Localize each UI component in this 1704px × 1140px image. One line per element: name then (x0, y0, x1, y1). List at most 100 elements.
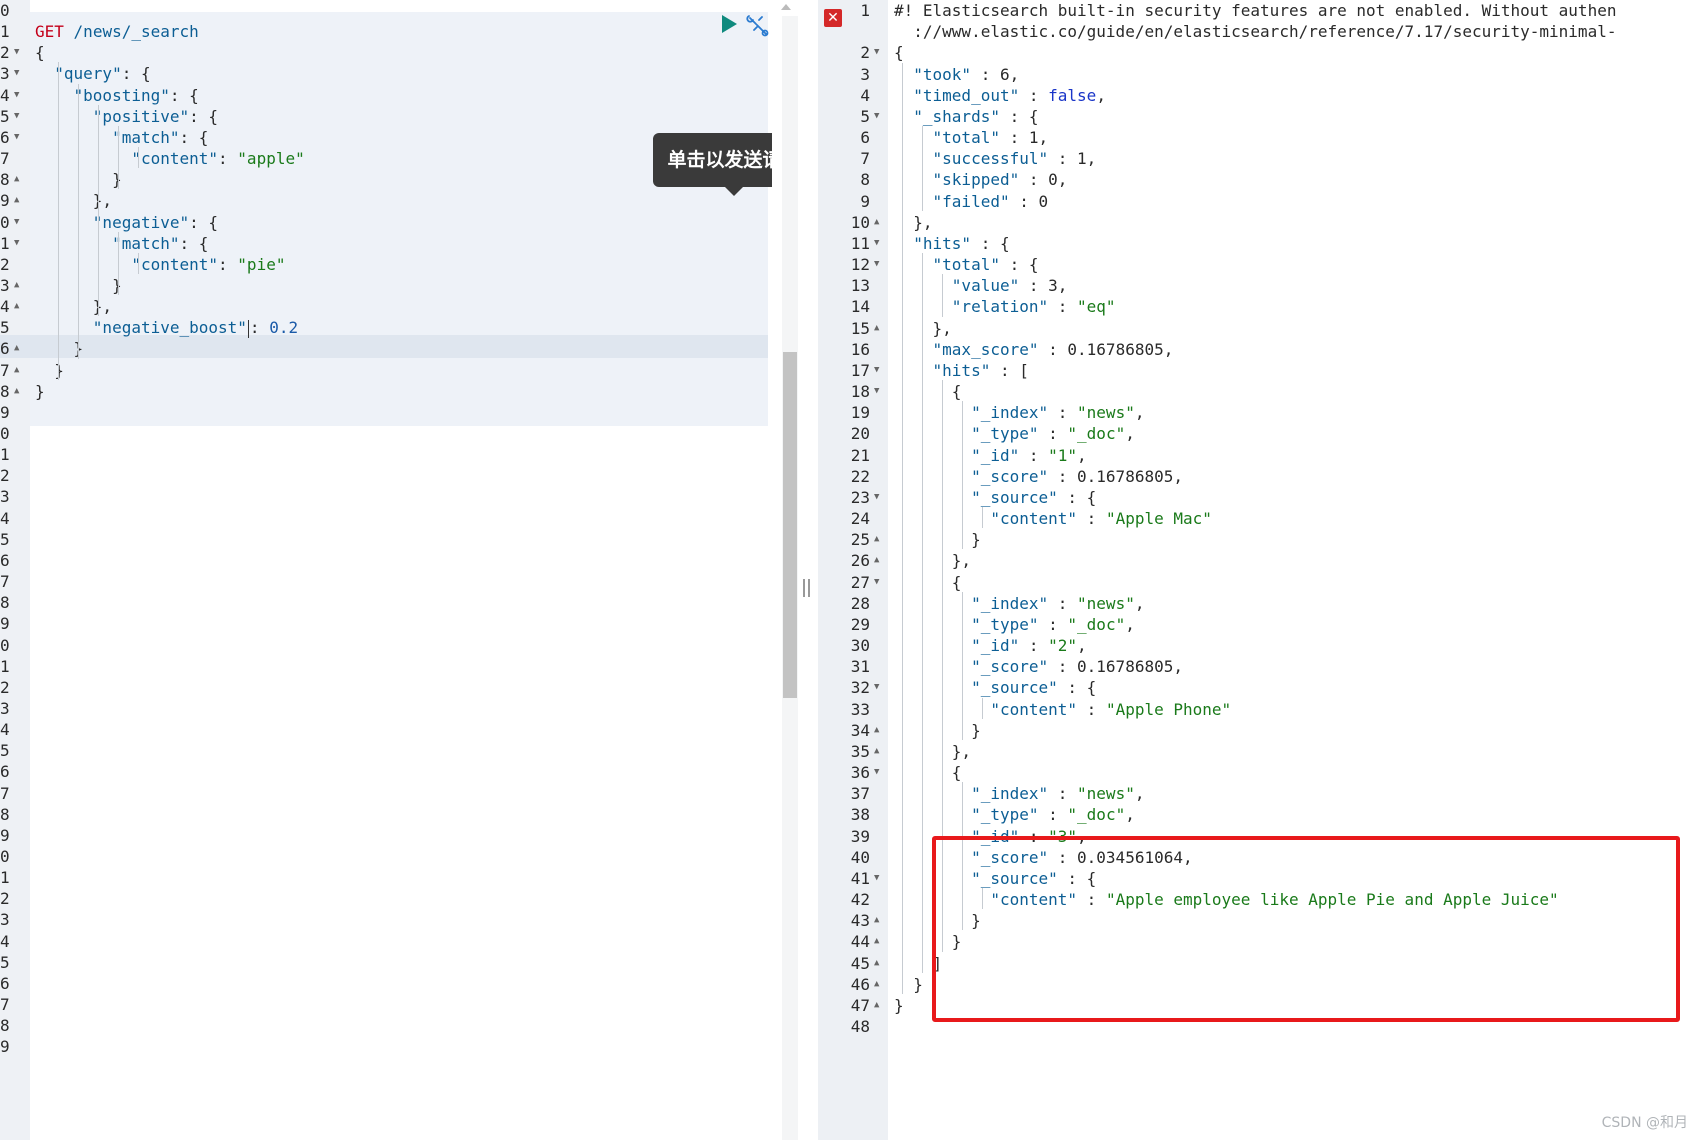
code-token: "content" (131, 149, 219, 169)
code-text: "timed_out" : false, (894, 84, 1106, 107)
code-token: : 0.16786805, (1038, 339, 1174, 359)
line-number: 26 (850, 551, 870, 571)
code-token: : (1038, 614, 1068, 634)
code-token: "relation" (951, 297, 1049, 317)
indent-guide (942, 274, 943, 317)
fold-end-icon[interactable]: ▲ (874, 740, 879, 763)
code-token: : { (189, 212, 219, 232)
fold-collapse-icon[interactable]: ▼ (874, 571, 879, 594)
fold-collapse-icon[interactable]: ▼ (14, 105, 19, 128)
fold-end-icon[interactable]: ▲ (874, 994, 879, 1017)
fold-collapse-icon[interactable]: ▼ (874, 761, 879, 784)
line-number: 14 (850, 297, 870, 317)
request-editor[interactable]: 0 1 GET /news/_search 2 ▼{3 ▼ "query": {4 ▼ "b… (0, 0, 772, 1140)
code-token: "_index" (971, 593, 1049, 613)
fold-collapse-icon[interactable]: ▼ (874, 105, 879, 128)
pane-splitter[interactable] (798, 0, 818, 1140)
line-number: 2 (0, 466, 10, 486)
fold-end-icon[interactable]: ▲ (14, 168, 19, 191)
fold-collapse-icon[interactable]: ▼ (14, 126, 19, 149)
code-text: } (894, 973, 923, 996)
line-number: 23 (850, 487, 870, 507)
fold-end-icon[interactable]: ▲ (14, 189, 19, 212)
code-token: "failed" (932, 191, 1010, 211)
line-number: 8 (0, 381, 10, 401)
fold-end-icon[interactable]: ▲ (874, 952, 879, 975)
code-token: "content" (131, 254, 219, 274)
code-token: }, (35, 191, 113, 211)
fold-collapse-icon[interactable]: ▼ (14, 232, 19, 255)
line-number: 3 (0, 64, 10, 84)
fold-collapse-icon[interactable]: ▼ (14, 84, 19, 107)
fold-end-icon[interactable]: ▲ (874, 317, 879, 340)
code-text: "content" : "Apple Phone" (894, 698, 1231, 721)
fold-collapse-icon[interactable]: ▼ (14, 211, 19, 234)
request-scrollbar-thumb[interactable] (783, 352, 797, 698)
fold-collapse-icon[interactable]: ▼ (874, 380, 879, 403)
fold-end-icon[interactable]: ▲ (874, 909, 879, 932)
line-number: 42 (850, 890, 870, 910)
code-text: "_type" : "_doc", (894, 613, 1135, 636)
fold-collapse-icon[interactable]: ▼ (874, 867, 879, 890)
splitter-grip-icon[interactable] (803, 579, 811, 597)
code-token: : (1077, 699, 1106, 719)
line-number: 3 (0, 698, 10, 718)
code-token: : (218, 149, 238, 169)
code-token: { (894, 43, 904, 63)
code-text: { (894, 380, 962, 403)
code-text: "max_score" : 0.16786805, (894, 338, 1174, 361)
code-token: : { (179, 233, 209, 253)
fold-collapse-icon[interactable]: ▼ (14, 41, 19, 64)
fold-end-icon[interactable]: ▲ (874, 549, 879, 572)
line-number: 0 (0, 635, 10, 655)
scroll-up-arrow-icon[interactable] (781, 4, 791, 10)
fold-end-icon[interactable]: ▲ (14, 274, 19, 297)
fold-end-icon[interactable]: ▲ (874, 930, 879, 953)
line-number: 2 (0, 43, 10, 63)
line-number: 33 (850, 699, 870, 719)
code-token: "total" (932, 255, 1000, 275)
line-number: 9 (0, 1037, 10, 1057)
fold-end-icon[interactable]: ▲ (14, 359, 19, 382)
code-token: } (35, 381, 45, 401)
fold-collapse-icon[interactable]: ▼ (874, 41, 879, 64)
fold-end-icon[interactable]: ▲ (874, 528, 879, 551)
fold-collapse-icon[interactable]: ▼ (874, 359, 879, 382)
line-number: 30 (850, 636, 870, 656)
indent-guide (902, 62, 903, 994)
code-token: "hits" (932, 360, 991, 380)
code-token: "value" (951, 276, 1020, 296)
fold-collapse-icon[interactable]: ▼ (874, 253, 879, 276)
play-icon[interactable] (720, 14, 738, 34)
code-token: "_score" (971, 657, 1049, 677)
fold-collapse-icon[interactable]: ▼ (874, 232, 879, 255)
fold-end-icon[interactable]: ▲ (874, 973, 879, 996)
code-text: "_type" : "_doc", (894, 422, 1135, 445)
fold-end-icon[interactable]: ▲ (874, 719, 879, 742)
line-number: 28 (850, 593, 870, 613)
fold-end-icon[interactable]: ▲ (14, 295, 19, 318)
fold-end-icon[interactable]: ▲ (14, 337, 19, 360)
code-token: , (1125, 614, 1135, 634)
fold-end-icon[interactable]: ▲ (874, 211, 879, 234)
fold-collapse-icon[interactable]: ▼ (874, 676, 879, 699)
line-number: 25 (850, 530, 870, 550)
line-number: 4 (0, 720, 10, 740)
fold-collapse-icon[interactable]: ▼ (14, 62, 19, 85)
wrench-icon[interactable] (745, 12, 771, 38)
code-text: ://www.elastic.co/guide/en/elasticsearch… (894, 20, 1616, 43)
fold-end-icon[interactable]: ▲ (14, 380, 19, 403)
code-text: "_score" : 0.16786805, (894, 655, 1183, 678)
code-text: "content": "pie" (35, 253, 285, 276)
code-token: "_source" (971, 487, 1058, 507)
fold-collapse-icon[interactable]: ▼ (874, 486, 879, 509)
code-text: { (894, 571, 962, 594)
line-number: 39 (850, 826, 870, 846)
code-token: #! Elasticsearch built-in security featu… (894, 1, 1617, 20)
